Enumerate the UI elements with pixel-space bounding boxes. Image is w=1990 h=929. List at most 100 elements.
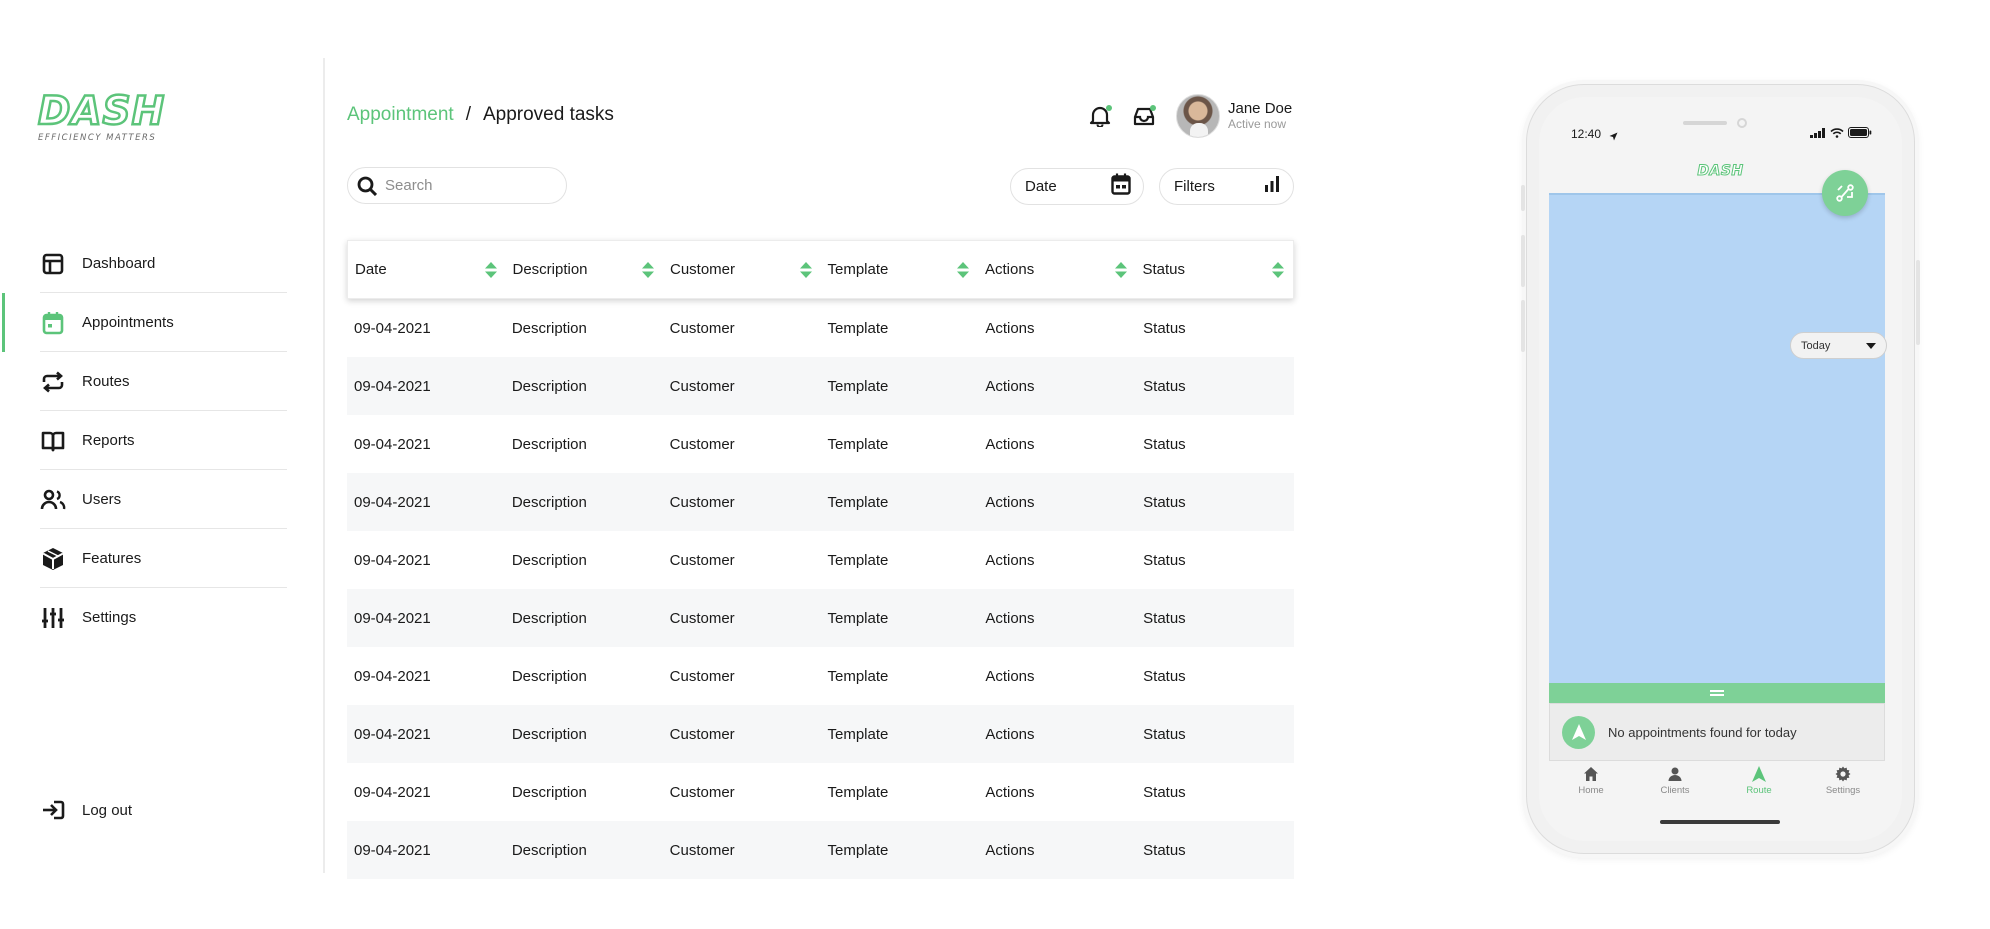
table-cell: Customer bbox=[669, 841, 735, 859]
table-cell: Template bbox=[827, 551, 889, 569]
table-cell: Template bbox=[827, 319, 889, 337]
table-cell: Customer bbox=[669, 551, 735, 569]
sort-icon[interactable] bbox=[956, 261, 970, 279]
sidebar-item-features[interactable]: Features bbox=[0, 529, 290, 588]
table-cell: Description bbox=[511, 667, 587, 685]
table-cell: Status bbox=[1143, 493, 1186, 511]
phone-status-icons bbox=[1810, 127, 1872, 138]
sort-icon[interactable] bbox=[641, 261, 655, 279]
tab-route[interactable]: Route bbox=[1724, 765, 1794, 809]
table-cell: Customer bbox=[669, 667, 735, 685]
table-cell: Status bbox=[1143, 725, 1186, 743]
notifications-button[interactable] bbox=[1088, 104, 1112, 128]
table-cell: Status bbox=[1143, 319, 1186, 337]
avatar[interactable] bbox=[1176, 94, 1220, 138]
drag-handle-icon bbox=[1710, 690, 1724, 696]
table-cell: Actions bbox=[985, 435, 1035, 453]
date-filter-label: Date bbox=[1025, 178, 1057, 195]
cube-icon bbox=[40, 546, 66, 572]
column-header[interactable]: Date bbox=[348, 261, 506, 279]
empty-state-message: No appointments found for today bbox=[1608, 724, 1797, 740]
filters-button[interactable]: Filters bbox=[1159, 168, 1294, 205]
logo-tagline: EFFICIENCY MATTERS bbox=[38, 133, 157, 143]
dashboard-icon bbox=[40, 251, 66, 277]
table-cell: 09-04-2021 bbox=[354, 609, 431, 627]
table-row[interactable]: 09-04-2021 Description Customer Template Act… bbox=[347, 705, 1294, 763]
breadcrumb: Appointment / Approved tasks bbox=[347, 104, 614, 126]
table-cell: 09-04-2021 bbox=[354, 551, 431, 569]
tab-label: Home bbox=[1578, 785, 1604, 796]
phone-status-bar: 12:40 bbox=[1539, 97, 1902, 143]
table-cell: 09-04-2021 bbox=[354, 667, 431, 685]
battery-icon bbox=[1848, 127, 1872, 138]
table-row[interactable]: 09-04-2021 Description Customer Template Act… bbox=[347, 763, 1294, 821]
route-map[interactable]: Today bbox=[1549, 193, 1887, 683]
table-row[interactable]: 09-04-2021 Description Customer Template Act… bbox=[347, 647, 1294, 705]
logout-button[interactable]: Log out bbox=[40, 795, 132, 825]
bottom-sheet-handle[interactable] bbox=[1549, 683, 1885, 703]
column-header-label: Customer bbox=[670, 261, 736, 278]
sidebar-item-appointments[interactable]: Appointments bbox=[0, 293, 290, 352]
phone-mute-switch bbox=[1521, 185, 1525, 211]
search-input[interactable] bbox=[385, 177, 555, 194]
sidebar: DASH EFFICIENCY MATTERS Dashboard Appoin… bbox=[0, 0, 325, 929]
table-row[interactable]: 09-04-2021 Description Customer Template Act… bbox=[347, 299, 1294, 357]
table-cell: Description bbox=[511, 493, 587, 511]
logout-icon bbox=[40, 797, 66, 823]
table-cell: 09-04-2021 bbox=[354, 377, 431, 395]
table-cell: Actions bbox=[985, 609, 1035, 627]
share-route-button[interactable] bbox=[1822, 170, 1868, 216]
table-cell: Customer bbox=[669, 609, 735, 627]
table-cell: Description bbox=[511, 435, 587, 453]
column-header[interactable]: Status bbox=[1136, 261, 1294, 279]
search-box[interactable] bbox=[347, 167, 567, 204]
sort-icon[interactable] bbox=[799, 261, 813, 279]
sidebar-item-dashboard[interactable]: Dashboard bbox=[0, 234, 290, 293]
sidebar-nav: Dashboard Appointments Routes Reports Us… bbox=[0, 234, 290, 647]
brand-logo[interactable]: DASH EFFICIENCY MATTERS bbox=[37, 90, 166, 143]
tab-label: Settings bbox=[1825, 785, 1861, 796]
header-actions: Jane Doe Active now bbox=[1088, 94, 1292, 138]
table-row[interactable]: 09-04-2021 Description Customer Template Act… bbox=[347, 473, 1294, 531]
table-cell: Customer bbox=[669, 493, 735, 511]
approved-tasks-table: Date Description Customer Template Actions St… bbox=[347, 240, 1294, 879]
date-filter-button[interactable]: Date bbox=[1010, 168, 1144, 205]
table-row[interactable]: 09-04-2021 Description Customer Template Act… bbox=[347, 531, 1294, 589]
table-cell: Template bbox=[827, 493, 889, 511]
table-row[interactable]: 09-04-2021 Description Customer Template Act… bbox=[347, 357, 1294, 415]
table-cell: Customer bbox=[669, 319, 735, 337]
search-icon bbox=[356, 175, 378, 197]
table-cell: 09-04-2021 bbox=[354, 493, 431, 511]
column-header[interactable]: Template bbox=[821, 261, 979, 279]
table-cell: Description bbox=[511, 725, 587, 743]
column-header[interactable]: Customer bbox=[663, 261, 821, 279]
sidebar-item-settings[interactable]: Settings bbox=[0, 588, 290, 647]
navigation-icon bbox=[1750, 765, 1768, 783]
breadcrumb-parent-link[interactable]: Appointment bbox=[347, 104, 454, 126]
table-cell: Customer bbox=[669, 725, 735, 743]
tab-clients[interactable]: Clients bbox=[1640, 765, 1710, 809]
tab-home[interactable]: Home bbox=[1556, 765, 1626, 809]
location-arrow-icon bbox=[1609, 128, 1618, 146]
column-header[interactable]: Actions bbox=[978, 261, 1136, 279]
table-cell: Customer bbox=[669, 783, 735, 801]
sidebar-item-routes[interactable]: Routes bbox=[0, 352, 290, 411]
sort-icon[interactable] bbox=[484, 261, 498, 279]
column-header[interactable]: Description bbox=[506, 261, 664, 279]
sidebar-item-label: Settings bbox=[82, 609, 137, 626]
user-status: Active now bbox=[1228, 117, 1287, 131]
table-row[interactable]: 09-04-2021 Description Customer Template Act… bbox=[347, 821, 1294, 879]
sort-icon[interactable] bbox=[1271, 261, 1285, 279]
day-filter-select[interactable]: Today bbox=[1790, 332, 1887, 359]
filters-label: Filters bbox=[1174, 178, 1215, 195]
sort-icon[interactable] bbox=[1114, 261, 1128, 279]
table-row[interactable]: 09-04-2021 Description Customer Template Act… bbox=[347, 589, 1294, 647]
table-cell: Template bbox=[827, 783, 889, 801]
phone-mockup: 12:40 DASH Today No appointments found f… bbox=[1521, 84, 1920, 854]
tab-settings[interactable]: Settings bbox=[1808, 765, 1878, 809]
inbox-button[interactable] bbox=[1132, 104, 1156, 128]
sidebar-item-reports[interactable]: Reports bbox=[0, 411, 290, 470]
bar-chart-icon bbox=[1263, 175, 1281, 198]
table-row[interactable]: 09-04-2021 Description Customer Template Act… bbox=[347, 415, 1294, 473]
sidebar-item-users[interactable]: Users bbox=[0, 470, 290, 529]
